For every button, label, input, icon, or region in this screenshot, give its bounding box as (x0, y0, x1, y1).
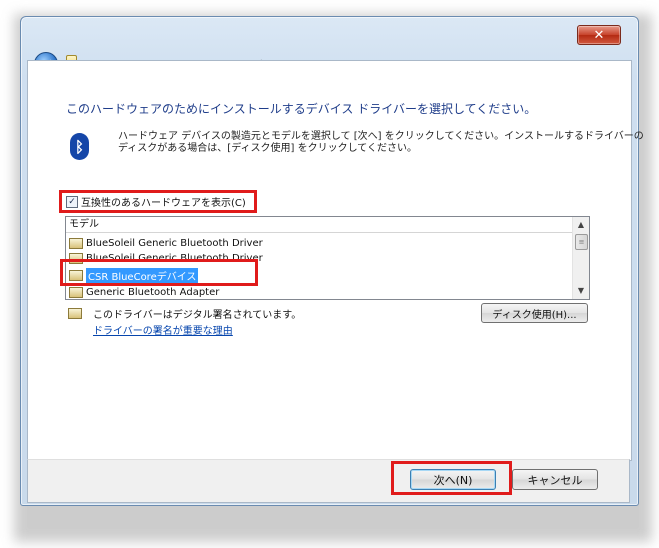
driver-icon (69, 287, 83, 298)
model-listbox[interactable]: モデル BlueSoleil Generic Bluetooth Driver … (65, 216, 590, 300)
list-item-label: BlueSoleil Generic Bluetooth Driver (86, 238, 263, 249)
list-item-label: BlueSoleil Generic Bluetooth Driver (86, 253, 263, 264)
compatible-hardware-checkbox[interactable]: ✓ 互換性のあるハードウェアを表示(C) (66, 194, 246, 209)
scroll-thumb[interactable]: ≡ (575, 234, 588, 250)
list-item[interactable]: BlueSoleil Generic Bluetooth Driver (66, 250, 572, 267)
close-icon: ✕ (593, 27, 605, 43)
instructions-line-2: ディスクがある場合は、[ディスク使用] をクリックしてください。 (118, 143, 417, 154)
bluetooth-icon: ᛒ (70, 133, 89, 160)
signature-status: このドライバーはデジタル署名されています。 (93, 310, 302, 321)
model-column-header[interactable]: モデル (66, 217, 572, 233)
list-item[interactable]: Generic Bluetooth Adapter (66, 284, 572, 299)
list-item-label: Generic Bluetooth Adapter (86, 287, 220, 298)
driver-icon (69, 253, 83, 264)
checkbox-check-icon[interactable]: ✓ (66, 195, 78, 208)
instructions-line-1: ハードウェア デバイスの製造元とモデルを選択して [次へ] をクリックしてくださ… (118, 131, 644, 142)
driver-icon (69, 270, 83, 281)
list-item-label: CSR BlueCoreデバイス (86, 268, 199, 283)
scroll-up-icon[interactable]: ▲ (573, 217, 589, 233)
scroll-down-icon[interactable]: ▼ (573, 283, 589, 299)
signature-icon (68, 308, 82, 319)
compatible-hardware-label: 互換性のあるハードウェアを表示(C) (81, 198, 246, 209)
close-button[interactable]: ✕ (577, 25, 621, 45)
cancel-button[interactable]: キャンセル (512, 469, 598, 490)
page-heading: このハードウェアのためにインストールするデバイス ドライバーを選択してください。 (66, 102, 537, 116)
driver-icon (69, 238, 83, 249)
instructions-text: ハードウェア デバイスの製造元とモデルを選択して [次へ] をクリックしてくださ… (118, 131, 644, 155)
have-disk-button[interactable]: ディスク使用(H)... (481, 303, 588, 323)
list-scrollbar[interactable]: ▲ ≡ ▼ (572, 217, 589, 299)
next-button[interactable]: 次へ(N) (410, 469, 496, 490)
signature-info-link[interactable]: ドライバーの署名が重要な理由 (93, 322, 233, 337)
list-item-selected[interactable]: CSR BlueCoreデバイス (66, 267, 572, 284)
